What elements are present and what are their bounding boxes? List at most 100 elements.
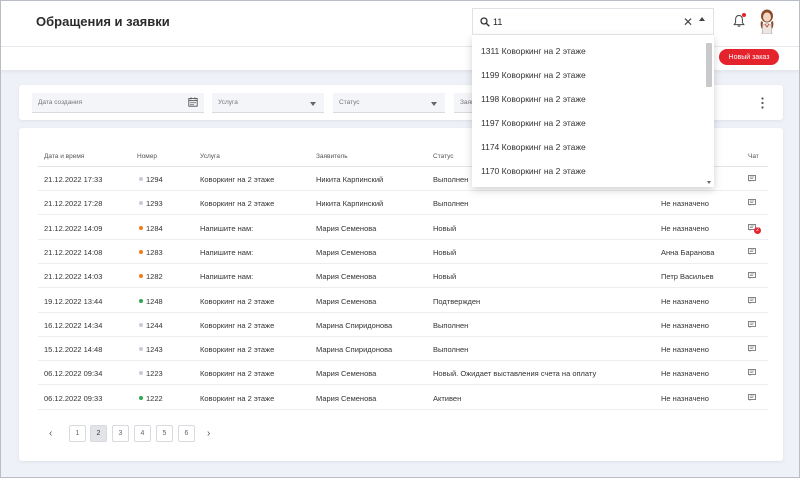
row-assignee[interactable]: Анна Баранова: [661, 248, 714, 257]
status-dot: [139, 371, 143, 376]
row-number[interactable]: 1244: [146, 321, 163, 330]
row-number[interactable]: 1293: [146, 199, 163, 208]
caret-up-icon[interactable]: [699, 17, 705, 21]
row-number[interactable]: 1223: [146, 369, 163, 378]
chat-icon[interactable]: [748, 296, 756, 304]
suggestion-item[interactable]: 1170 Коворкинг на 2 этаже: [481, 166, 586, 176]
row-date: 16.12.2022 14:34: [44, 320, 103, 330]
table-row[interactable]: 19.12.2022 13:44 1248 Коворкинг на 2 этаже…: [38, 289, 768, 313]
page-2-button[interactable]: 2: [90, 425, 107, 442]
row-number[interactable]: 1222: [146, 394, 163, 403]
chat-icon[interactable]: [748, 175, 756, 182]
more-options-icon[interactable]: [761, 97, 764, 109]
table-row[interactable]: 21.12.2022 17:28 1293 Коворкинг на 2 этаже…: [38, 191, 768, 216]
table-row[interactable]: 21.12.2022 14:08 1283 Напишите нам: Мария С…: [38, 240, 768, 264]
calendar-icon[interactable]: [188, 97, 198, 107]
dropdown-scrollbar[interactable]: [706, 43, 712, 87]
column-header-applicant[interactable]: Заявитель: [316, 153, 348, 160]
row-assignee[interactable]: Не назначено: [661, 369, 709, 378]
page-3-button[interactable]: 3: [112, 425, 129, 442]
search-input[interactable]: [493, 15, 673, 29]
page-4-button[interactable]: 4: [134, 425, 151, 442]
row-assignee[interactable]: Не назначено: [661, 297, 709, 306]
chat-icon[interactable]: [748, 369, 756, 377]
chat-icon[interactable]: [748, 272, 756, 280]
status-dot: [139, 395, 143, 400]
row-status: Выполнен: [433, 320, 469, 330]
row-applicant: Мария Семенова: [316, 296, 377, 306]
row-applicant: Мария Семенова: [316, 247, 377, 257]
row-assignee[interactable]: Не назначено: [661, 321, 709, 330]
close-icon[interactable]: ✕: [683, 15, 693, 29]
column-header-status[interactable]: Статус: [433, 153, 454, 160]
chat-icon[interactable]: [748, 247, 756, 255]
status-filter[interactable]: Статус: [333, 93, 445, 113]
row-assignee[interactable]: Петр Васильев: [661, 272, 714, 281]
table-row[interactable]: 06.12.2022 09:33 1222 Коворкинг на 2 этаже…: [38, 386, 768, 410]
page-6-button[interactable]: 6: [178, 425, 195, 442]
row-number[interactable]: 1243: [146, 345, 163, 354]
suggestion-item[interactable]: 1199 Коворкинг на 2 этаже: [481, 70, 586, 80]
next-page-button[interactable]: ›: [207, 428, 210, 439]
status-dot: [139, 225, 143, 230]
row-number[interactable]: 1294: [146, 175, 163, 184]
status-dot: [139, 322, 143, 327]
row-service: Коворкинг на 2 этаже: [200, 175, 275, 184]
suggestion-item[interactable]: 1311 Коворкинг на 2 этаже: [481, 46, 586, 56]
row-date: 21.12.2022 17:33: [44, 175, 103, 184]
row-status: Активен: [433, 393, 462, 403]
search-box[interactable]: [472, 8, 714, 35]
row-date: 21.12.2022 14:03: [44, 272, 103, 282]
row-number[interactable]: 1282: [146, 272, 163, 281]
new-order-button[interactable]: Новый заказ: [719, 49, 779, 65]
date-filter[interactable]: Дата создания: [32, 93, 204, 113]
row-applicant: Марина Спиридонова: [316, 320, 393, 330]
unread-badge: 2: [754, 226, 761, 234]
column-header-date[interactable]: Дата и время: [44, 153, 84, 160]
column-header-service[interactable]: Услуга: [200, 153, 220, 160]
scroll-down-icon[interactable]: [707, 181, 711, 184]
applicant-filter[interactable]: Заяв: [454, 93, 475, 113]
chevron-down-icon: [310, 102, 316, 106]
row-assignee[interactable]: Не назначено: [661, 224, 709, 233]
service-filter-label: Услуга: [218, 99, 238, 106]
column-header-chat[interactable]: Чат: [748, 153, 759, 160]
row-assignee[interactable]: Не назначено: [661, 345, 709, 354]
table-row[interactable]: 06.12.2022 09:34 1223 Коворкинг на 2 этаже…: [38, 361, 768, 386]
suggestion-item[interactable]: 1174 Коворкинг на 2 этаже: [481, 142, 586, 152]
notification-dot: [742, 13, 746, 17]
chat-icon[interactable]: [748, 320, 756, 328]
table-row[interactable]: 16.12.2022 14:34 1244 Коворкинг на 2 этаже…: [38, 313, 768, 337]
row-number[interactable]: 1284: [146, 224, 163, 233]
avatar[interactable]: [757, 8, 777, 34]
status-dot: [139, 298, 143, 303]
row-applicant: Никита Карпинский: [316, 175, 384, 184]
page-1-button[interactable]: 1: [69, 425, 86, 442]
chat-icon[interactable]: [748, 345, 756, 353]
row-number[interactable]: 1283: [146, 248, 163, 257]
service-filter[interactable]: Услуга: [212, 93, 324, 113]
row-applicant: Мария Семенова: [316, 223, 377, 233]
row-service: Напишите нам:: [200, 223, 254, 233]
row-status: Подтвержден: [433, 296, 481, 306]
table-row[interactable]: 21.12.2022 14:09 1284 Напишите нам: Мария С…: [38, 216, 768, 240]
column-header-number[interactable]: Номер: [137, 153, 157, 160]
search-suggestions-dropdown: 1311 Коворкинг на 2 этаже 1199 Коворкинг…: [472, 35, 714, 187]
row-applicant: Мария Семенова: [316, 272, 377, 282]
row-applicant: Никита Карпинский: [316, 199, 384, 209]
row-status: Новый. Ожидает выставления счета на опла…: [433, 369, 597, 379]
table-row[interactable]: 21.12.2022 14:03 1282 Напишите нам: Мария С…: [38, 264, 768, 289]
chat-icon[interactable]: [748, 393, 756, 401]
suggestion-item[interactable]: 1198 Коворкинг на 2 этаже: [481, 94, 586, 104]
suggestion-item[interactable]: 1197 Коворкинг на 2 этаже: [481, 118, 586, 128]
prev-page-button[interactable]: ‹: [49, 428, 52, 439]
chat-icon[interactable]: [748, 199, 756, 207]
page-5-button[interactable]: 5: [156, 425, 173, 442]
row-date: 15.12.2022 14:48: [44, 345, 103, 355]
row-number[interactable]: 1248: [146, 297, 163, 306]
row-service: Напишите нам:: [200, 247, 254, 257]
table-row[interactable]: 15.12.2022 14:48 1243 Коворкинг на 2 этаже…: [38, 337, 768, 362]
row-assignee[interactable]: Не назначено: [661, 199, 709, 208]
search-icon: [480, 17, 490, 27]
row-assignee[interactable]: Не назначено: [661, 394, 709, 403]
